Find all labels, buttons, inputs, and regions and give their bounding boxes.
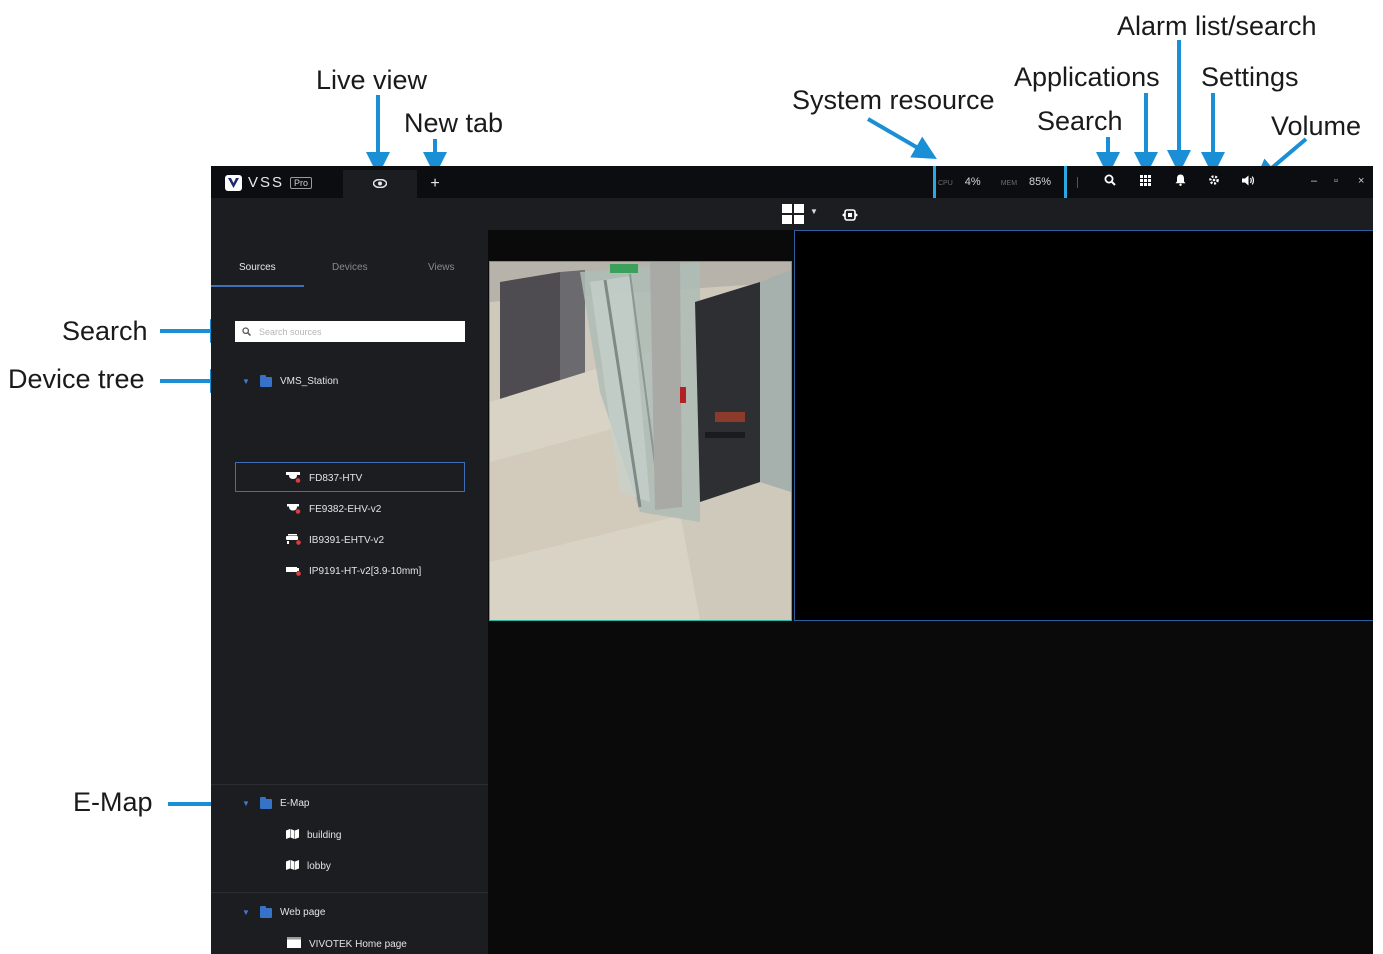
mem-value: 85% [1029, 176, 1052, 188]
vivotek-logo-icon [225, 174, 242, 191]
video-cell-active[interactable] [489, 261, 792, 621]
volume-button[interactable] [1240, 174, 1256, 190]
sidebar-divider [211, 784, 488, 785]
search-sources-box[interactable] [235, 321, 465, 342]
map-icon [286, 860, 299, 873]
station-label: VMS_Station [280, 376, 339, 387]
speaker-icon [1241, 173, 1255, 191]
sidebar-divider [211, 892, 488, 893]
tour-icon [842, 208, 858, 225]
tree-group-station[interactable]: ▼ VMS_Station [242, 374, 339, 387]
camera-label: IB9391-EHTV-v2 [309, 535, 385, 546]
settings-button[interactable] [1206, 174, 1222, 190]
expand-caret-icon[interactable]: ▼ [242, 377, 252, 386]
tab-devices[interactable]: Devices [332, 262, 368, 273]
close-button[interactable]: × [1358, 175, 1364, 187]
new-tab-button[interactable]: + [424, 170, 446, 198]
camera-label: FE9382-EHV-v2 [309, 504, 382, 515]
emap-label: lobby [307, 861, 331, 872]
video-cell-empty[interactable] [794, 230, 1373, 621]
tree-item-emap[interactable]: building [286, 829, 341, 842]
sidebar: Sources Devices Views ▼ VMS_Station FD83… [211, 230, 488, 954]
tree-item-camera[interactable]: FD837-HTV [286, 471, 362, 486]
mem-label: MEM [1000, 180, 1018, 187]
tab-views[interactable]: Views [428, 262, 455, 273]
title-bar: VSS Pro + CPU 4% MEM 85% – ▫ × [211, 166, 1373, 208]
cpu-label: CPU [938, 180, 953, 187]
layout-dropdown-icon[interactable]: ▼ [810, 207, 818, 216]
webpage-icon [287, 937, 301, 951]
system-resource[interactable]: CPU 4% MEM 85% [938, 176, 1051, 188]
webpage-label: VIVOTEK Home page [309, 938, 407, 950]
search-button[interactable] [1102, 174, 1118, 190]
tree-item-camera[interactable]: IB9391-EHTV-v2 [286, 533, 384, 548]
tree-item-camera[interactable]: FE9382-EHV-v2 [286, 502, 381, 517]
apps-grid-icon [1139, 173, 1151, 191]
tree-item-emap[interactable]: lobby [286, 860, 331, 873]
emap-group-label: E-Map [280, 798, 310, 809]
folder-icon [260, 796, 272, 809]
tree-item-camera[interactable]: IP9191-HT-v2[3.9-10mm] [286, 564, 421, 579]
box-camera-icon [286, 564, 301, 579]
camera-label: FD837-HTV [309, 473, 363, 484]
layout-grid-icon [782, 204, 804, 228]
applications-button[interactable] [1137, 174, 1153, 190]
bell-icon [1175, 173, 1186, 191]
app-logo: VSS Pro [225, 174, 313, 191]
pro-badge: Pro [290, 176, 313, 189]
webpage-group-label: Web page [280, 907, 326, 918]
app-name: VSS [248, 174, 285, 191]
tab-live-view[interactable] [343, 170, 417, 198]
maximize-button[interactable]: ▫ [1334, 175, 1338, 187]
emap-label: building [307, 830, 342, 841]
arrow-system-resource [866, 117, 937, 160]
expand-caret-icon[interactable]: ▼ [242, 908, 252, 917]
eye-icon [372, 175, 388, 193]
live-view-area [488, 230, 1373, 954]
tour-button[interactable] [842, 208, 858, 221]
bullet-camera-icon [286, 533, 301, 548]
alarm-button[interactable] [1172, 174, 1188, 190]
search-icon [242, 327, 251, 336]
search-sources-input[interactable] [257, 325, 441, 338]
search-icon [1104, 173, 1116, 191]
camera-label: IP9191-HT-v2[3.9-10mm] [309, 566, 422, 577]
folder-icon [260, 905, 272, 918]
expand-caret-icon[interactable]: ▼ [242, 799, 252, 808]
gear-icon [1208, 173, 1220, 191]
active-tab-indicator [211, 285, 304, 287]
view-toolbar: ▼ [211, 198, 1373, 230]
dome-camera-icon [286, 502, 301, 517]
minimize-button[interactable]: – [1311, 175, 1317, 187]
layout-button[interactable] [782, 204, 804, 224]
tree-group-emap[interactable]: ▼ E-Map [242, 796, 310, 809]
tree-group-webpage[interactable]: ▼ Web page [242, 905, 326, 918]
map-icon [286, 829, 299, 842]
fisheye-camera-icon [286, 471, 301, 486]
toolbar-separator [1077, 177, 1078, 188]
vss-pro-window: VSS Pro + CPU 4% MEM 85% – ▫ × ▼ Sources… [211, 166, 1373, 954]
cpu-value: 4% [964, 176, 981, 188]
tree-item-webpage[interactable]: VIVOTEK Home page [287, 937, 407, 951]
tab-sources[interactable]: Sources [239, 262, 276, 273]
folder-icon [260, 374, 272, 387]
camera-feed-image [490, 262, 791, 620]
